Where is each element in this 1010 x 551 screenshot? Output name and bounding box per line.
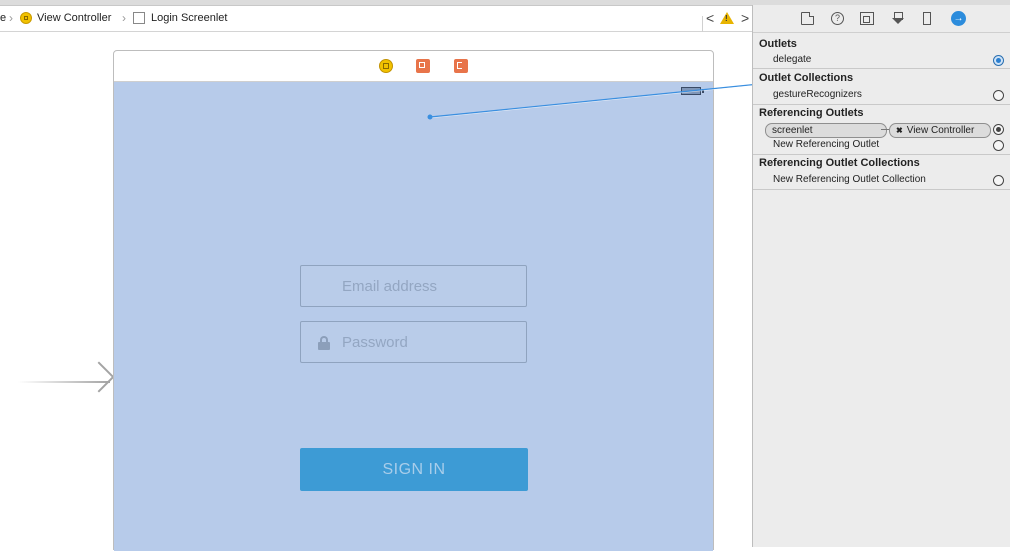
breadcrumb-item-partial[interactable]: e xyxy=(0,12,6,24)
new-referencing-outlet-connector[interactable] xyxy=(993,140,1004,151)
connections-inspector-icon[interactable]: → xyxy=(951,11,966,26)
outlets-title: Outlets xyxy=(759,38,797,50)
battery-icon xyxy=(681,87,704,95)
scene-dock xyxy=(114,51,713,82)
breadcrumb-separator-icon: › xyxy=(122,11,126,25)
new-referencing-outlet-label: New Referencing Outlet xyxy=(773,139,880,150)
exit-icon[interactable] xyxy=(454,59,468,73)
outlet-delegate-connector[interactable] xyxy=(993,55,1004,66)
outlet-gesture-recognizers-connector[interactable] xyxy=(993,90,1004,101)
inspector-tab-bar: ? → xyxy=(753,5,1010,33)
remove-connection-icon[interactable]: ✖ xyxy=(896,126,903,135)
entry-arrow-head-icon xyxy=(83,361,115,393)
pill-link xyxy=(881,129,889,130)
breadcrumb-item-login-screenlet[interactable]: Login Screenlet xyxy=(151,12,227,24)
next-issue-button[interactable]: > xyxy=(741,10,749,26)
email-field[interactable]: Email address xyxy=(300,265,527,307)
new-referencing-outlet-collection-connector[interactable] xyxy=(993,175,1004,186)
email-placeholder: Email address xyxy=(342,278,438,295)
view-icon xyxy=(133,12,145,24)
previous-issue-button[interactable]: < xyxy=(706,10,714,26)
referencing-outlets-section: Referencing Outlets screenlet ✖ View Cont… xyxy=(753,105,1010,155)
size-inspector-icon[interactable] xyxy=(923,12,931,25)
first-responder-icon[interactable] xyxy=(416,59,430,73)
password-placeholder: Password xyxy=(342,334,408,351)
outlet-gesture-recognizers-label: gestureRecognizers xyxy=(773,89,862,100)
outlet-delegate-label: delegate xyxy=(773,54,812,65)
sign-in-button[interactable]: SIGN IN xyxy=(300,448,528,491)
breadcrumb-separator-icon: › xyxy=(9,11,13,25)
warning-glyph: ! xyxy=(725,14,728,23)
outlets-section: Outlets delegate xyxy=(753,33,1010,69)
referencing-outlet-collections-title: Referencing Outlet Collections xyxy=(759,157,920,169)
referencing-outlet-target-pill[interactable]: ✖ View Controller xyxy=(889,123,991,138)
toolbar-divider xyxy=(702,16,703,32)
password-field[interactable]: Password xyxy=(300,321,527,363)
view-controller-icon xyxy=(20,12,32,24)
outlet-collections-section: Outlet Collections gestureRecognizers xyxy=(753,69,1010,105)
storyboard-canvas[interactable]: Email address Password SIGN IN xyxy=(0,32,752,551)
referencing-outlet-collections-section: Referencing Outlet Collections New Refer… xyxy=(753,155,1010,190)
attributes-inspector-icon[interactable] xyxy=(891,12,904,25)
lock-icon xyxy=(318,336,330,350)
connections-inspector: ? → Outlets delegate Outlet Collections … xyxy=(752,5,1010,547)
referencing-outlet-target-label: View Controller xyxy=(906,125,975,136)
view-controller-icon[interactable] xyxy=(379,59,393,73)
outlet-collections-title: Outlet Collections xyxy=(759,72,854,84)
breadcrumb-item-view-controller[interactable]: View Controller xyxy=(37,12,111,24)
referencing-outlet-connector[interactable] xyxy=(993,124,1004,135)
new-referencing-outlet-collection-label: New Referencing Outlet Collection xyxy=(773,174,926,185)
warning-icon[interactable]: ! xyxy=(720,12,734,24)
referencing-outlets-title: Referencing Outlets xyxy=(759,107,864,119)
jump-bar: e › View Controller › Login Screenlet < … xyxy=(0,6,752,32)
identity-inspector-icon[interactable] xyxy=(860,12,874,25)
login-screenlet-view[interactable]: Email address Password SIGN IN xyxy=(114,82,713,551)
quick-help-icon[interactable]: ? xyxy=(831,12,844,25)
file-inspector-icon[interactable] xyxy=(801,12,814,25)
view-controller-scene[interactable]: Email address Password SIGN IN xyxy=(113,50,714,551)
referencing-outlet-source-pill[interactable]: screenlet xyxy=(765,123,887,138)
